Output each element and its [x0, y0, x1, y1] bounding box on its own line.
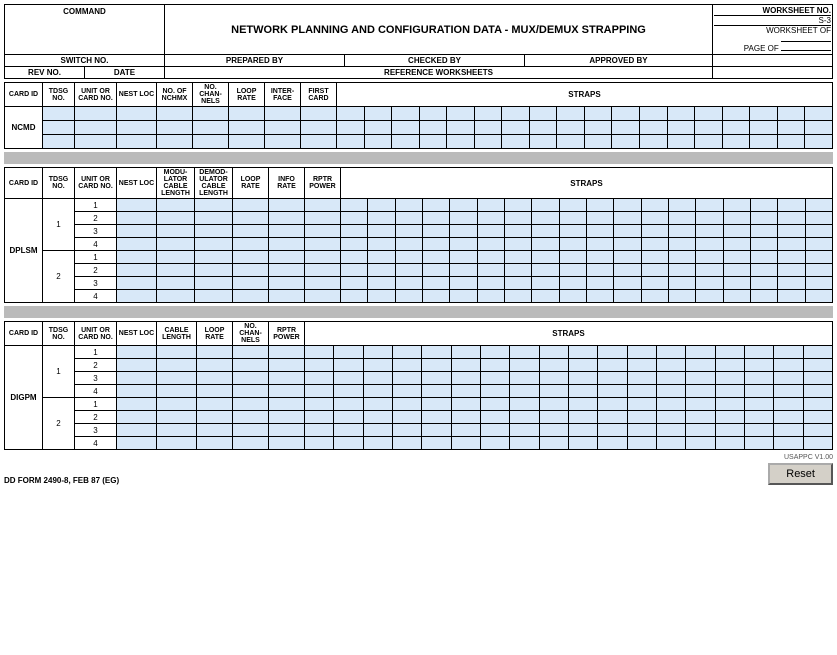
reference-worksheets-value: [713, 67, 833, 79]
s3-col-cardid: CARD ID: [5, 322, 43, 346]
s1-col-nestloc: NEST LOC: [117, 83, 157, 107]
worksheet-label: WORKSHEET OF: [714, 26, 831, 44]
s3-col-nochannels: NO.CHAN-NELS: [233, 322, 269, 346]
worksheet-no-value: S-3: [714, 16, 831, 26]
s2-group1: 1: [43, 199, 75, 251]
s3-g2-r4: 4: [75, 437, 117, 450]
s2-rowlabel-dplsm: DPLSM: [5, 199, 43, 303]
s1-col-unitcard: UNIT ORCARD NO.: [75, 83, 117, 107]
s3-g1-r3: 3: [75, 372, 117, 385]
s2-group2: 2: [43, 251, 75, 303]
s2-g1-r4: 4: [75, 238, 117, 251]
s2-g2-r1: 1: [75, 251, 117, 264]
s1-col-firstcard: FIRSTCARD: [301, 83, 337, 107]
s1-col-interface: INTER-FACE: [265, 83, 301, 107]
s1-col-looprate: LOOPRATE: [229, 83, 265, 107]
page: COMMAND NETWORK PLANNING AND CONFIGURATI…: [0, 0, 837, 655]
reset-button[interactable]: Reset: [768, 463, 833, 485]
s3-group1: 1: [43, 346, 75, 398]
s3-g2-r1: 1: [75, 398, 117, 411]
s1-col-cardid: CARD ID: [5, 83, 43, 107]
s3-col-nestloc: NEST LOC: [117, 322, 157, 346]
page-label: PAGE OF: [714, 44, 831, 53]
s2-col-tdsg: TDSGNO.: [43, 168, 75, 199]
s3-col-rptrpower: RPTRPOWER: [269, 322, 305, 346]
s2-col-unitcard: UNIT ORCARD NO.: [75, 168, 117, 199]
s2-g2-r2: 2: [75, 264, 117, 277]
s3-rowlabel-digpm: DIGPM: [5, 346, 43, 450]
s3-g1-r2: 2: [75, 359, 117, 372]
s3-group2: 2: [43, 398, 75, 450]
s3-g1-r1: 1: [75, 346, 117, 359]
form-label: DD FORM 2490-8, FEB 87 (EG): [4, 476, 119, 485]
switch-no-label: SWITCH NO.: [5, 55, 165, 67]
prepared-by-label: PREPARED BY: [165, 55, 345, 67]
s2-g2-r4: 4: [75, 290, 117, 303]
s1-col-nochannels: NO.CHAN-NELS: [193, 83, 229, 107]
s1-col-straps: STRAPS: [337, 83, 833, 107]
worksheet-of-cell: [713, 55, 833, 67]
s1-rowlabel-ncmd: NCMD: [5, 107, 43, 149]
s2-col-straps: STRAPS: [341, 168, 833, 199]
s2-g1-r3: 3: [75, 225, 117, 238]
of2-label: OF: [768, 44, 779, 53]
s2-g2-r3: 3: [75, 277, 117, 290]
s3-col-straps: STRAPS: [305, 322, 833, 346]
of-label: OF: [820, 26, 831, 35]
approved-by-label: APPROVED BY: [525, 55, 713, 67]
s1-col-tdsg: TDSGNO.: [43, 83, 75, 107]
worksheet-box: WORKSHEET NO. S-3 WORKSHEET OF PAGE OF: [713, 5, 833, 55]
s3-col-looprate: LOOPRATE: [197, 322, 233, 346]
s3-col-unitcard: UNIT ORCARD NO.: [75, 322, 117, 346]
s2-col-looprate: LOOPRATE: [233, 168, 269, 199]
s3-g2-r2: 2: [75, 411, 117, 424]
date-label: DATE: [85, 67, 165, 79]
s2-col-demodulator: DEMOD-ULATORCABLELENGTH: [195, 168, 233, 199]
version-label: USAPPC V1.00: [784, 454, 833, 461]
footer: DD FORM 2490-8, FEB 87 (EG) USAPPC V1.00…: [4, 454, 833, 485]
s2-col-modulator: MODU-LATORCABLELENGTH: [157, 168, 195, 199]
worksheet-no-label: WORKSHEET NO.: [714, 6, 831, 16]
rev-no-label: REV NO.: [5, 67, 85, 79]
s2-col-rptrpower: RPTRPOWER: [305, 168, 341, 199]
s2-col-cardid: CARD ID: [5, 168, 43, 199]
s2-g1-r1: 1: [75, 199, 117, 212]
page-title: NETWORK PLANNING AND CONFIGURATION DATA …: [165, 5, 713, 55]
s3-g1-r4: 4: [75, 385, 117, 398]
section-divider-1: [4, 152, 833, 164]
s2-g1-r2: 2: [75, 212, 117, 225]
s3-col-tdsg: TDSGNO.: [43, 322, 75, 346]
s2-col-inforate: INFORATE: [269, 168, 305, 199]
command-label: COMMAND: [5, 5, 165, 55]
s1-col-noofnchmx: NO. OFNCHMX: [157, 83, 193, 107]
s3-col-cablelength: CABLELENGTH: [157, 322, 197, 346]
s3-g2-r3: 3: [75, 424, 117, 437]
s2-col-nestloc: NEST LOC: [117, 168, 157, 199]
reference-worksheets-label: REFERENCE WORKSHEETS: [165, 67, 713, 79]
section-divider-2: [4, 306, 833, 318]
checked-by-label: CHECKED BY: [345, 55, 525, 67]
